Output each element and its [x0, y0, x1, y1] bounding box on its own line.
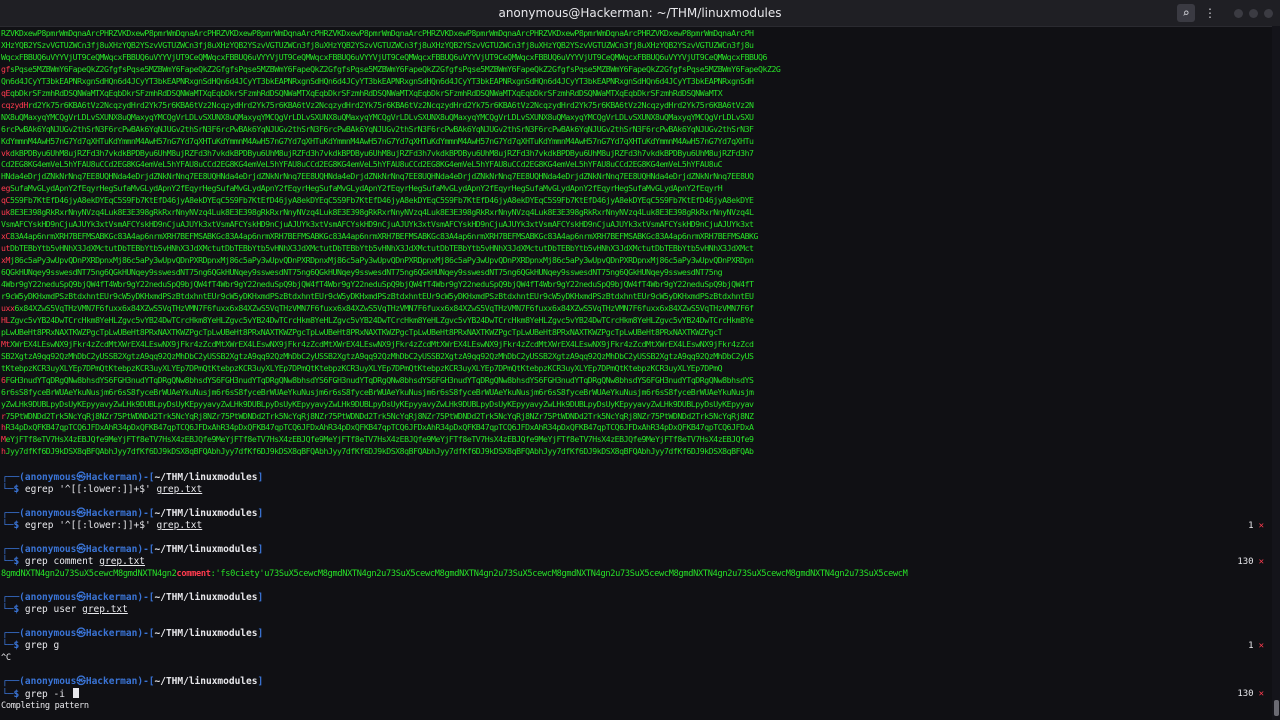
dump-line: 6FGH3nudYTqDRgQNw8bhsdYS6FGH3nudYTqDRgQN… — [1, 374, 754, 385]
command-line: └─$ grep comment grep.txt — [2, 556, 146, 567]
dump-line: pLwUBeHt8PRxNAXTKWZPgcTpLwUBeHt8PRxNAXTK… — [1, 326, 723, 337]
command-block: ┌──(anonymous㉿Hackerman)-[~/THM/linuxmod… — [0, 628, 1272, 663]
dump-line: XHzYQB2YSzvVGTUZWCn3fj8uXHzYQB2YSzvVGTUZ… — [1, 39, 754, 50]
dump-line: RZVKDxewP8pmrWmDqnaArcPHRZVKDxewP8pmrWmD… — [1, 28, 754, 38]
error-x-icon: ✕ — [1258, 641, 1264, 651]
dump-line: 6rcPwBAk6YqNJUGv2thSrN3F6rcPwBAk6YqNJUGv… — [1, 123, 754, 134]
terminal-area[interactable]: RZVKDxewP8pmrWmDqnaArcPHRZVKDxewP8pmrWmD… — [0, 26, 1272, 720]
dump-line: 6QGkHUNqey9sswesdNT75ng6QGkHUNqey9sswesd… — [1, 267, 723, 278]
dump-line: MtXWrEX4LEswNX9jFkr4zZcdMtXWrEX4LEswNX9j… — [1, 338, 754, 349]
dump-line: r75PtWDNDd2Trk5NcYqRj8NZr75PtWDNDd2Trk5N… — [1, 410, 754, 421]
error-x-icon: ✕ — [1258, 521, 1264, 531]
error-x-icon: ✕ — [1258, 689, 1264, 699]
dump-line: xC83A4ap6nrmXRH7BEFMSABKGc83A4ap6nrmXRH7… — [1, 231, 759, 242]
dump-line: 4Wbr9gY22neduSpQ9bjQW4fT4Wbr9gY22neduSpQ… — [1, 279, 754, 290]
dump-line: yZwLHk9DUBLpyDsUyKEpyyavyZwLHk9DUBLpyDsU… — [1, 398, 754, 409]
exit-status: 130 ✕ — [1237, 689, 1264, 699]
dump-line: gfsPqse5MZBWmY6FapeQkZ2GfgfsPqse5MZBWmY6… — [1, 63, 781, 74]
dump-line: r9cW5yDKHxmdPSzBtdxhntEUr9cW5yDKHxmdPSzB… — [1, 290, 754, 301]
dump-line: MeYjFTf8eTV7HsX4zEBJQfe9MeYjFTf8eTV7HsX4… — [1, 434, 754, 445]
dump-line: tKtebpzKCR3uyXLYEp7DPmQtKtebpzKCR3uyXLYE… — [1, 362, 723, 373]
command-line: └─$ grep user grep.txt — [2, 604, 128, 615]
dump-line: qEqbDkrSFzmhRdDSQNWaMTXqEqbDkrSFzmhRdDSQ… — [1, 87, 723, 98]
maximize-button[interactable] — [1249, 9, 1258, 18]
search-icon[interactable]: ⌕ — [1177, 4, 1195, 22]
dump-line: hR34pDxQFKB47qpTCQ6JFDxAhR34pDxQFKB47qpT… — [1, 422, 754, 433]
command-output: 8gmdNXTN4gn2u73SuX5cewcM8gmdNXTN4gn2comm… — [1, 569, 908, 579]
command-block: ┌──(anonymous㉿Hackerman)-[~/THM/linuxmod… — [0, 592, 1272, 626]
prompt-line: ┌──(anonymous㉿Hackerman)-[~/THM/linuxmod… — [2, 544, 264, 555]
text-cursor — [72, 688, 79, 698]
scrollbar[interactable] — [1272, 26, 1280, 720]
menu-kebab-icon[interactable]: ⋮ — [1201, 4, 1219, 22]
dump-line: WqcxFBBUQ6uVYYVjUT9CeQMWqcxFBBUQ6uVYYVjU… — [1, 51, 767, 62]
prompt-line: ┌──(anonymous㉿Hackerman)-[~/THM/linuxmod… — [2, 472, 264, 483]
grep-output-dump: RZVKDxewP8pmrWmDqnaArcPHRZVKDxewP8pmrWmD… — [1, 28, 899, 462]
dump-line: uk8E3E398gRkRxrNnyNVzq4Luk8E3E398gRkRxrN… — [1, 207, 754, 218]
command-output: ^C — [1, 653, 11, 663]
prompt-line: ┌──(anonymous㉿Hackerman)-[~/THM/linuxmod… — [2, 592, 264, 603]
dump-line: uxx6x84XZwS5VqTHzVMN7F6fuxx6x84XZwS5VqTH… — [1, 302, 754, 313]
dump-line: HNda4eDrjdZNkNrNnq7EE8UQHNda4eDrjdZNkNrN… — [1, 171, 754, 182]
command-line: └─$ grep g — [2, 640, 60, 651]
dump-line: egSufaMvGLydApnY2fEqyrHegSufaMvGLydApnY2… — [1, 183, 723, 194]
dump-line: KdYmmnM4AwH57nG7Yd7qXHTuKdYmmnM4AwH57nG7… — [1, 135, 754, 146]
window-title: anonymous@Hackerman: ~/THM/linuxmodules — [498, 6, 782, 20]
prompt-line: ┌──(anonymous㉿Hackerman)-[~/THM/linuxmod… — [2, 676, 264, 687]
dump-line: utDbTEBbYtb5vHNhX3JdXMctutDbTEBbYtb5vHNh… — [1, 243, 754, 254]
command-output: Completing pattern — [1, 701, 89, 711]
dump-line: xMj86c5aPy3wUpvQDnPXRDpnxMj86c5aPy3wUpvQ… — [1, 255, 754, 266]
command-block: ┌──(anonymous㉿Hackerman)-[~/THM/linuxmod… — [0, 544, 1272, 579]
exit-status: 1 ✕ — [1248, 521, 1264, 531]
dump-line: 6r6sS8fyceBrWUAeYkuNusjm6r6sS8fyceBrWUAe… — [1, 386, 754, 397]
dump-line: Qn6d4JCyYT3bkEAPNRxgnSdHQn6d4JCyYT3bkEAP… — [1, 75, 754, 86]
dump-line: cqzydHrd2Yk75r6KBA6tVz2NcqzydHrd2Yk75r6K… — [1, 99, 754, 110]
dump-line: VsmAFCYskHD9nCjuAJUYk3xtVsmAFCYskHD9nCju… — [1, 219, 754, 230]
command-block: ┌──(anonymous㉿Hackerman)-[~/THM/linuxmod… — [0, 676, 1272, 711]
command-line[interactable]: └─$ grep -i — [2, 688, 79, 700]
dump-line: Cd2EG8KG4emVeL5hYFAU8uCCd2EG8KG4emVeL5hY… — [1, 159, 723, 170]
prompt-line: ┌──(anonymous㉿Hackerman)-[~/THM/linuxmod… — [2, 628, 264, 639]
window-titlebar: anonymous@Hackerman: ~/THM/linuxmodules … — [0, 0, 1280, 27]
command-block: ┌──(anonymous㉿Hackerman)-[~/THM/linuxmod… — [0, 508, 1272, 542]
close-button[interactable] — [1264, 9, 1273, 18]
dump-line: hJyy7dfKf6DJ9kDSX8qBFQAbhJyy7dfKf6DJ9kDS… — [1, 446, 754, 457]
exit-status: 1 ✕ — [1248, 641, 1264, 651]
minimize-button[interactable] — [1234, 9, 1243, 18]
error-x-icon: ✕ — [1258, 557, 1264, 567]
command-line: └─$ egrep '^[[:lower:]]+$' grep.txt — [2, 484, 203, 495]
command-line: └─$ egrep '^[[:lower:]]+$' grep.txt — [2, 520, 203, 531]
scrollbar-thumb[interactable] — [1274, 700, 1279, 716]
prompt-line: ┌──(anonymous㉿Hackerman)-[~/THM/linuxmod… — [2, 508, 264, 519]
dump-line: NX8uQMaxyqYMCQgVrLDLvSXUNX8uQMaxyqYMCQgV… — [1, 111, 754, 122]
exit-status: 130 ✕ — [1237, 557, 1264, 567]
dump-line: vkdkBPDByu6UhM8ujRZFd3h7vkdkBPDByu6UhM8u… — [1, 147, 754, 158]
dump-line: SB2XgtzA9qq92QzMhDbC2yUSSB2XgtzA9qq92QzM… — [1, 350, 754, 361]
dump-line: HLZgvc5vYB24DwTCrcHkm8YeHLZgvc5vYB24DwTC… — [1, 314, 754, 325]
dump-line: qC5S9Fb7KtEfD46jyA8ekDYEqC5S9Fb7KtEfD46j… — [1, 195, 754, 206]
command-block: ┌──(anonymous㉿Hackerman)-[~/THM/linuxmod… — [0, 472, 1272, 506]
